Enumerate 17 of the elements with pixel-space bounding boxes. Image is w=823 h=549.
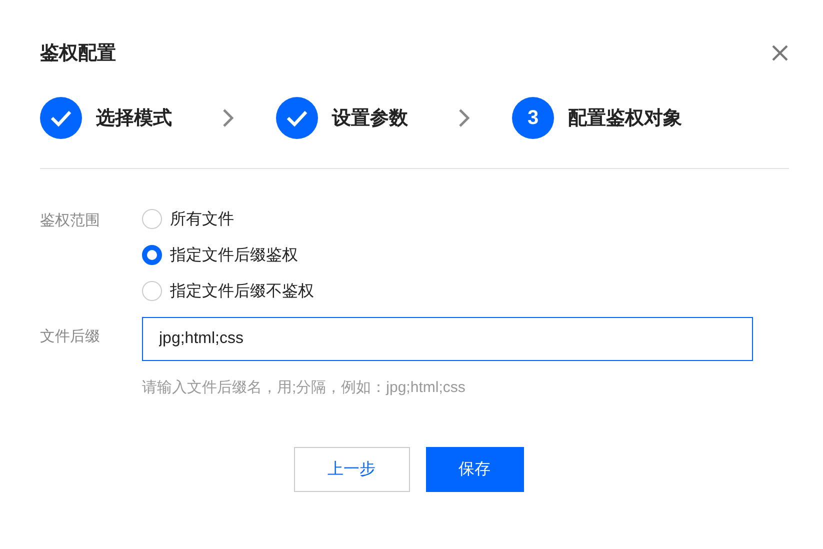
hint-text: 请输入文件后缀名，用;分隔，例如：jpg;html;css: [142, 378, 466, 397]
step-label: 选择模式: [96, 107, 172, 131]
step-number: 3: [512, 97, 554, 139]
radio-button[interactable]: [142, 245, 162, 265]
step-label: 配置鉴权对象: [568, 107, 682, 131]
chevron-icon: [222, 108, 234, 128]
step-label: 设置参数: [332, 106, 408, 131]
back-button[interactable]: 上一步: [294, 447, 410, 492]
field-label: 鉴权范围: [40, 211, 101, 231]
radio-label[interactable]: 指定文件后缀不鉴权: [170, 280, 314, 302]
save-button[interactable]: 保存: [426, 447, 524, 492]
radio-label[interactable]: 指定文件后缀鉴权: [170, 244, 298, 266]
field-label: 文件后缀: [40, 327, 101, 347]
dialog-title: 鉴权配置: [40, 42, 116, 66]
close-icon[interactable]: [771, 44, 789, 62]
chevron-icon: [458, 108, 470, 128]
radio-label[interactable]: 所有文件: [170, 208, 234, 230]
